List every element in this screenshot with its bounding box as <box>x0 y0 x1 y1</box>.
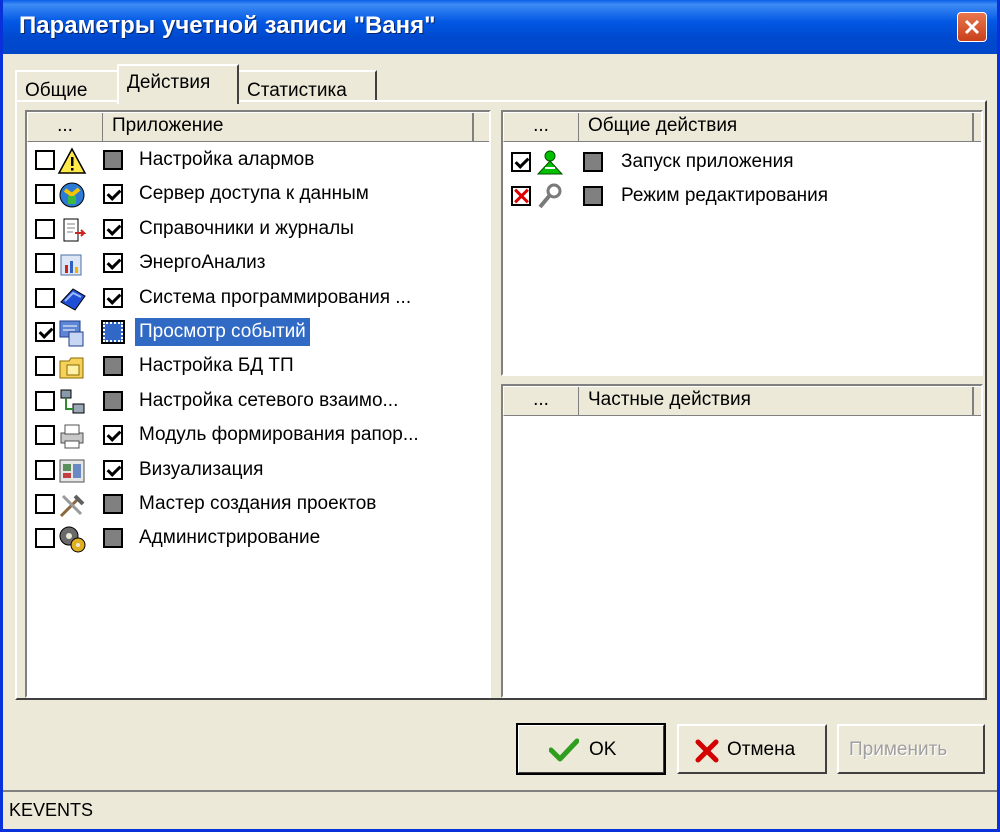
app-checkbox[interactable] <box>35 356 55 377</box>
title-bar[interactable]: Параметры учетной записи "Ваня" <box>3 0 997 54</box>
list-item[interactable]: Настройка сетевого взаимо... <box>29 385 489 419</box>
app-checkbox[interactable] <box>35 150 55 170</box>
app-checkbox[interactable] <box>35 287 55 308</box>
tab-general[interactable]: Общие <box>15 70 119 102</box>
app-checkbox[interactable] <box>35 459 55 480</box>
action-permission-checkbox[interactable] <box>583 152 603 172</box>
app-permission-checkbox[interactable] <box>103 253 123 274</box>
app-permission-checkbox[interactable] <box>103 184 123 205</box>
list-item[interactable]: Визуализация <box>29 454 489 488</box>
app-checkbox[interactable] <box>35 390 55 411</box>
journal-icon <box>57 215 87 245</box>
common-actions-list[interactable]: ... Общие действия Запуск приложения Режи… <box>501 110 983 376</box>
checkmark-icon <box>549 738 579 762</box>
dialog-window: Параметры учетной записи "Ваня" Общие Де… <box>0 0 1000 832</box>
list-item[interactable]: Запуск приложения <box>505 146 981 180</box>
database-folder-icon <box>57 352 87 382</box>
list-item[interactable]: Настройка БД ТП <box>29 350 489 384</box>
app-permission-checkbox[interactable] <box>103 287 123 308</box>
list-item[interactable]: Модуль формирования рапор... <box>29 419 489 453</box>
app-permission-checkbox[interactable] <box>103 356 123 377</box>
app-label: Мастер создания проектов <box>139 493 377 514</box>
column-common-actions-header[interactable]: Общие действия <box>588 113 737 139</box>
app-label: ЭнергоАнализ <box>139 252 266 274</box>
app-permission-checkbox[interactable] <box>103 459 123 480</box>
app-checkbox[interactable] <box>35 322 55 342</box>
user-launch-icon <box>535 148 565 178</box>
visualization-icon <box>57 456 87 486</box>
tab-actions[interactable]: Действия <box>117 64 239 104</box>
wrench-icon <box>535 182 565 212</box>
red-x-icon <box>695 739 719 763</box>
app-permission-checkbox[interactable] <box>103 390 123 411</box>
tab-page-actions: ... Приложение Настройка алармов Сервер д… <box>15 100 987 700</box>
column-dots-header[interactable]: ... <box>504 387 579 415</box>
app-checkbox[interactable] <box>35 184 55 205</box>
app-label: Настройка БД ТП <box>139 355 294 377</box>
list-item[interactable]: Система программирования ... <box>29 282 489 316</box>
list-item[interactable]: Администрирование <box>29 522 489 556</box>
app-permission-checkbox[interactable] <box>103 528 123 549</box>
list-item[interactable]: Просмотр событий <box>29 316 489 350</box>
close-icon <box>964 19 980 35</box>
app-label: Модуль формирования рапор... <box>139 424 419 446</box>
list-item[interactable]: Настройка алармов <box>29 144 489 178</box>
window-title: Параметры учетной записи "Ваня" <box>19 12 436 39</box>
app-permission-checkbox[interactable] <box>103 150 123 170</box>
network-icon <box>57 387 87 417</box>
app-label: Визуализация <box>139 458 264 480</box>
action-checkbox[interactable] <box>511 152 531 172</box>
list-item[interactable]: Мастер создания проектов <box>29 488 489 522</box>
list-item[interactable]: ЭнергоАнализ <box>29 247 489 281</box>
column-application-header[interactable]: Приложение <box>112 113 223 139</box>
app-label: Настройка алармов <box>139 149 315 170</box>
app-checkbox[interactable] <box>35 425 55 446</box>
app-permission-checkbox[interactable] <box>103 425 123 446</box>
list-item[interactable]: Справочники и журналы <box>29 213 489 247</box>
app-checkbox[interactable] <box>35 218 55 239</box>
app-checkbox[interactable] <box>35 253 55 274</box>
list-item[interactable]: Режим редактирования <box>505 180 981 214</box>
column-dots-header[interactable]: ... <box>28 113 103 141</box>
event-viewer-icon <box>57 318 87 348</box>
warning-triangle-icon <box>57 146 87 176</box>
common-actions-header: ... Общие действия <box>503 112 981 142</box>
action-checkbox[interactable] <box>511 186 531 206</box>
data-server-icon <box>57 180 87 210</box>
action-permission-checkbox[interactable] <box>583 186 603 206</box>
ok-button[interactable]: OK <box>516 723 666 775</box>
tools-wizard-icon <box>57 490 87 520</box>
private-actions-header: ... Частные действия <box>503 386 981 416</box>
report-printer-icon <box>57 421 87 451</box>
list-item[interactable]: Сервер доступа к данным <box>29 178 489 212</box>
private-actions-list[interactable]: ... Частные действия <box>501 384 983 698</box>
status-bar: KEVENTS <box>3 790 997 829</box>
status-text: KEVENTS <box>9 800 94 820</box>
applications-list-header: ... Приложение <box>27 112 489 142</box>
admin-gears-icon <box>57 524 87 554</box>
app-label: Настройка сетевого взаимо... <box>139 389 399 411</box>
app-permission-checkbox[interactable] <box>103 494 123 514</box>
app-permission-checkbox[interactable] <box>103 218 123 239</box>
apply-button[interactable]: Применить <box>837 724 985 774</box>
tab-statistics[interactable]: Статистика <box>237 70 377 102</box>
column-private-actions-header[interactable]: Частные действия <box>588 387 751 413</box>
action-label: Режим редактирования <box>621 185 829 206</box>
app-label: Сервер доступа к данным <box>139 183 369 205</box>
app-label: Администрирование <box>139 527 321 549</box>
close-button[interactable] <box>957 12 987 42</box>
app-permission-checkbox[interactable] <box>101 320 125 344</box>
app-checkbox[interactable] <box>35 494 55 514</box>
app-label: Система программирования ... <box>139 286 412 308</box>
column-dots-header[interactable]: ... <box>504 113 579 141</box>
app-checkbox[interactable] <box>35 528 55 549</box>
cancel-button[interactable]: Отмена <box>677 724 827 774</box>
app-label: Справочники и журналы <box>139 217 354 239</box>
app-label: Просмотр событий <box>135 318 310 346</box>
energy-analysis-icon <box>57 249 87 279</box>
action-label: Запуск приложения <box>621 151 794 172</box>
programming-system-icon <box>57 284 87 314</box>
applications-list[interactable]: ... Приложение Настройка алармов Сервер д… <box>25 110 491 698</box>
